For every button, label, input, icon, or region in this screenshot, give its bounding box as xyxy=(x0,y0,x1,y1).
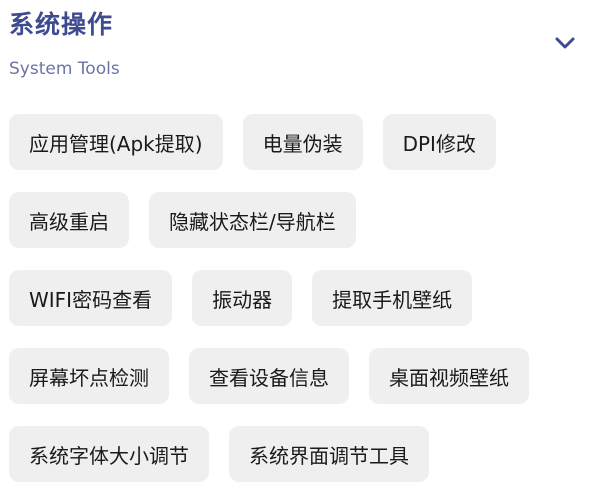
tools-row: WIFI密码查看 振动器 提取手机壁纸 xyxy=(9,270,589,326)
tools-grid: 应用管理(Apk提取) 电量伪装 DPI修改 高级重启 隐藏状态栏/导航栏 WI… xyxy=(9,114,589,504)
tool-battery-spoof-button[interactable]: 电量伪装 xyxy=(242,114,363,170)
tool-video-wallpaper-button[interactable]: 桌面视频壁纸 xyxy=(369,348,529,404)
tools-row: 应用管理(Apk提取) 电量伪装 DPI修改 xyxy=(9,114,589,170)
tool-dpi-modify-button[interactable]: DPI修改 xyxy=(382,114,496,170)
chevron-down-icon xyxy=(555,37,575,49)
tools-row: 系统字体大小调节 系统界面调节工具 xyxy=(9,426,589,482)
section-subtitle: System Tools xyxy=(9,59,120,79)
tool-device-info-button[interactable]: 查看设备信息 xyxy=(189,348,349,404)
collapse-toggle-button[interactable] xyxy=(552,30,578,56)
section-title: 系统操作 xyxy=(9,10,114,39)
tool-hide-bars-button[interactable]: 隐藏状态栏/导航栏 xyxy=(149,192,356,248)
system-tools-panel: 系统操作 System Tools 应用管理(Apk提取) 电量伪装 DPI修改… xyxy=(0,0,600,489)
tools-row: 屏幕坏点检测 查看设备信息 桌面视频壁纸 xyxy=(9,348,589,404)
tool-advanced-reboot-button[interactable]: 高级重启 xyxy=(9,192,129,248)
tools-row: 高级重启 隐藏状态栏/导航栏 xyxy=(9,192,589,248)
tool-font-size-button[interactable]: 系统字体大小调节 xyxy=(9,426,209,482)
tool-dead-pixel-test-button[interactable]: 屏幕坏点检测 xyxy=(9,348,169,404)
tool-ui-adjust-button[interactable]: 系统界面调节工具 xyxy=(229,426,429,482)
tool-wifi-password-button[interactable]: WIFI密码查看 xyxy=(9,270,173,326)
tool-extract-wallpaper-button[interactable]: 提取手机壁纸 xyxy=(312,270,473,326)
tool-vibrator-button[interactable]: 振动器 xyxy=(192,270,293,326)
tool-app-manager-button[interactable]: 应用管理(Apk提取) xyxy=(9,114,223,170)
